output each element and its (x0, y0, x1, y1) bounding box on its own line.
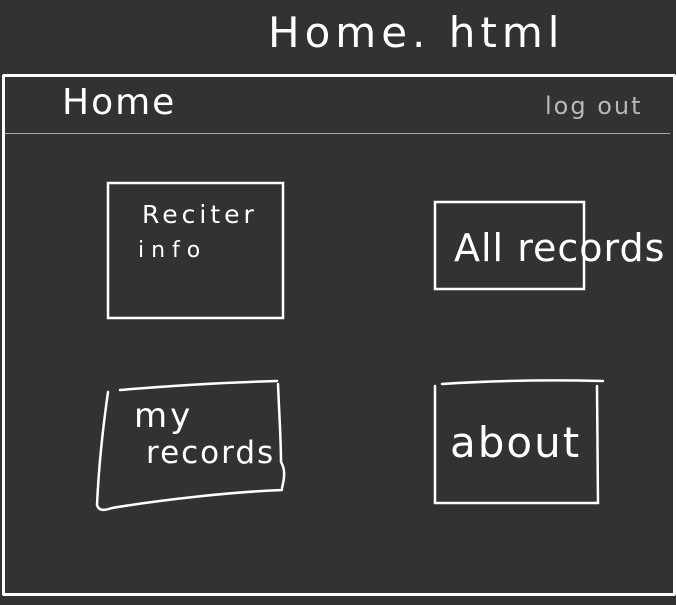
browser-frame (2, 74, 676, 596)
logout-link[interactable]: log out (545, 92, 643, 120)
all-records-label: All records (454, 226, 666, 270)
header-divider (5, 133, 670, 134)
my-records-label-line1: my (134, 396, 194, 436)
reciter-info-label-line1: Reciter (142, 200, 258, 229)
reciter-info-label-line2: info (138, 238, 208, 263)
file-title: Home. html (268, 8, 565, 57)
about-label: about (450, 418, 582, 467)
page-title: Home (62, 82, 177, 123)
my-records-label-line2: records (146, 435, 276, 471)
